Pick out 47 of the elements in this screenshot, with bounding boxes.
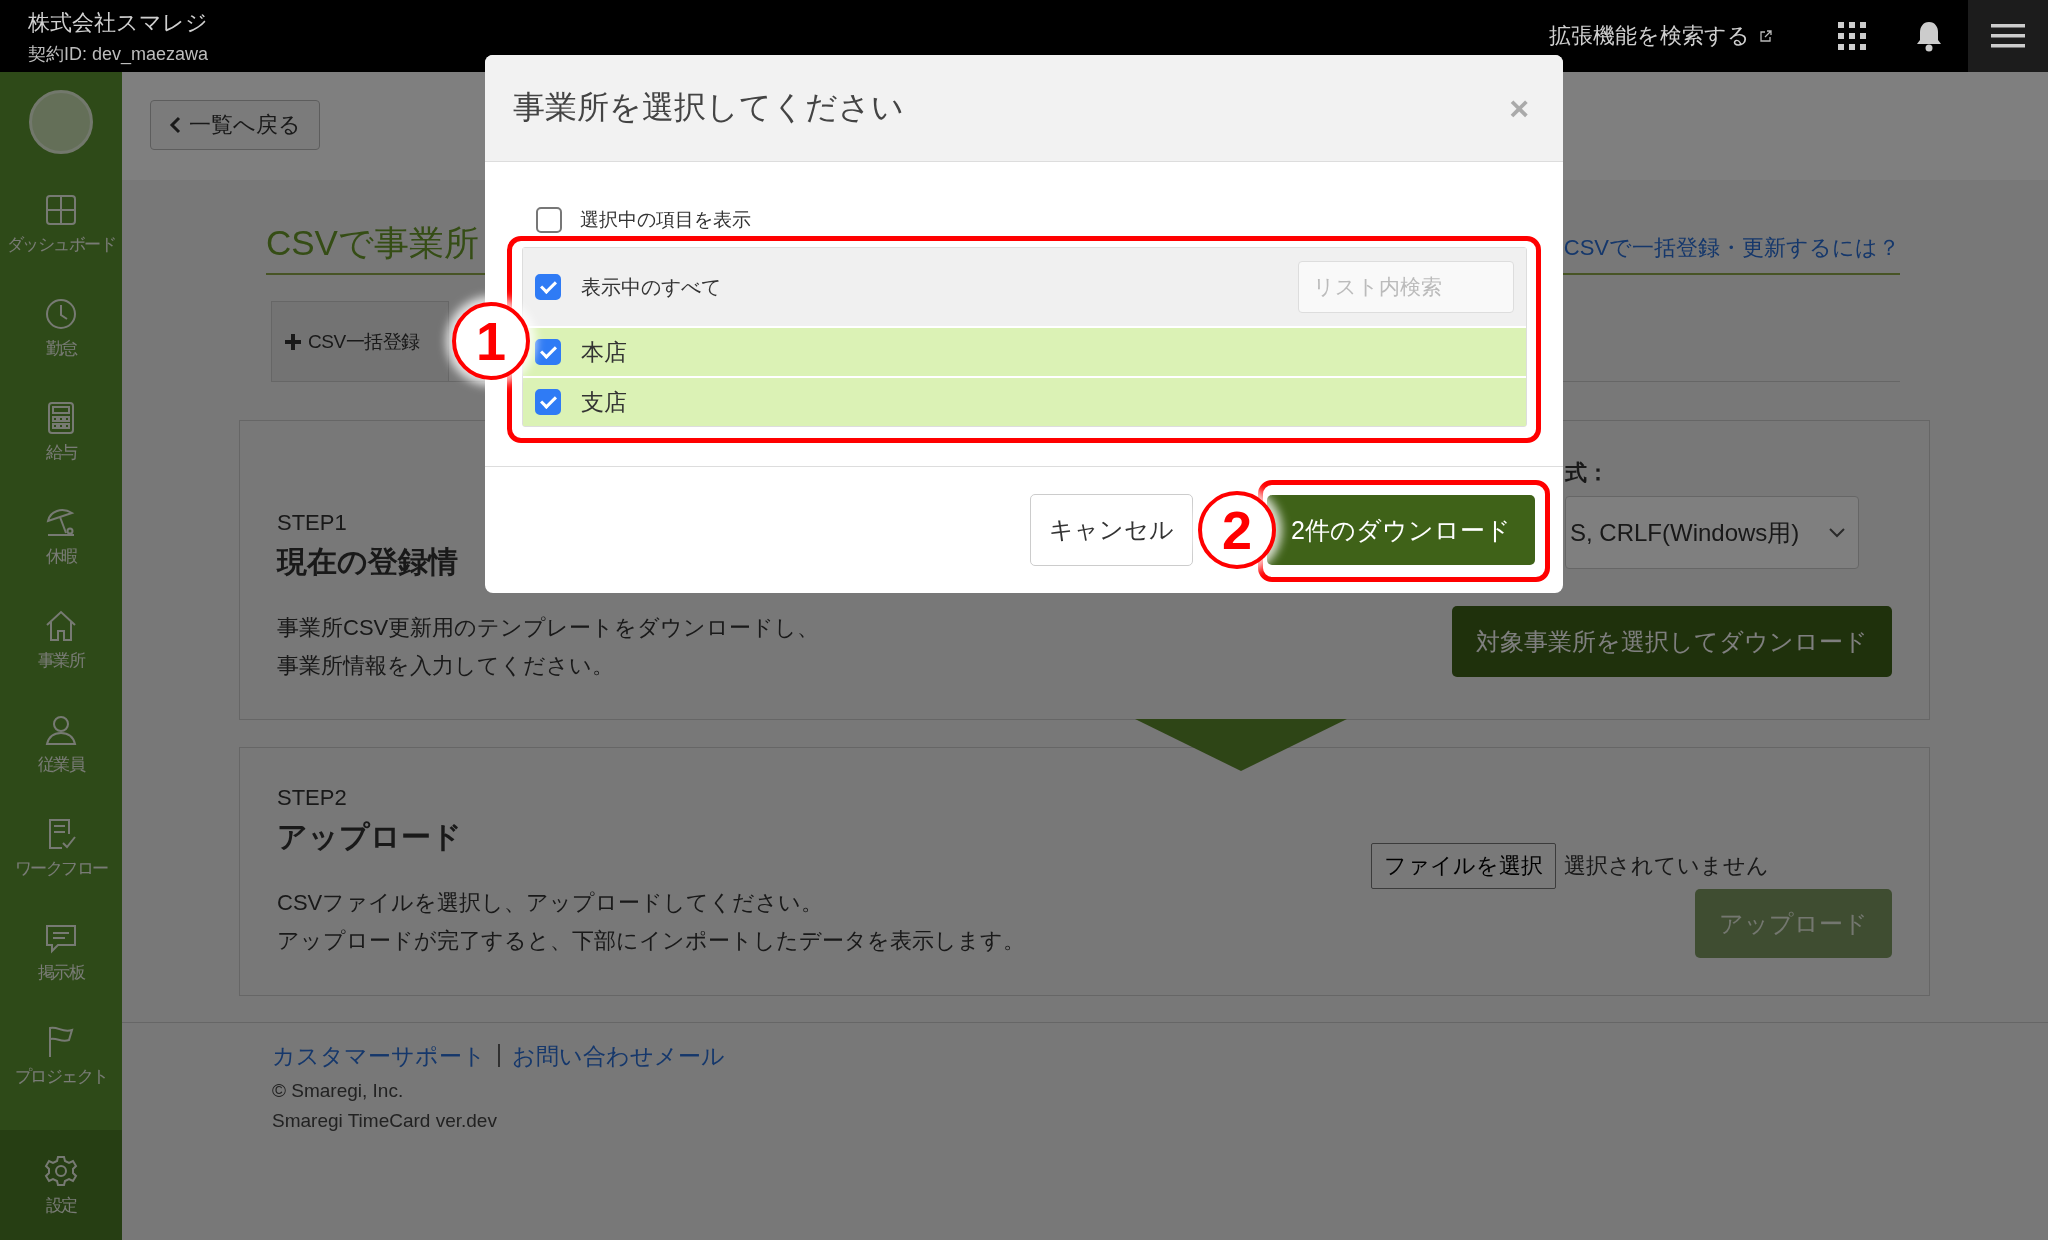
download-button[interactable]: 対象事業所を選択してダウンロード [1452,606,1892,677]
cancel-button[interactable]: キャンセル [1030,494,1194,566]
extension-search-link[interactable]: 拡張機能を検索する [1549,21,1750,51]
nav-label[interactable]: ダッシュボード [6,232,116,256]
nav-label[interactable]: 給与 [45,440,77,464]
checkbox-label: 表示中のすべて [581,274,721,300]
select-value: S, CRLF(Windows用) [1570,517,1800,548]
office-name: 本店 [581,337,627,367]
download-button[interactable]: 2件のダウンロード [1267,495,1535,565]
step-description: アップロードが完了すると、下部にインポートしたデータを表示します。 [277,927,1025,955]
nav-label[interactable]: 設定 [45,1193,77,1217]
copyright: © Smaregi, Inc. [272,1080,405,1102]
support-link[interactable]: カスタマーサポート [272,1041,486,1072]
step-description: 事業所情報を入力してください。 [277,652,615,680]
company-name: 株式会社スマレジ [28,9,209,37]
version-text: Smaregi TimeCard ver.dev [272,1110,498,1132]
nav-label[interactable]: 勤怠 [45,336,77,360]
format-select[interactable]: S, CRLF(Windows用) [1565,496,1859,569]
nav-label[interactable]: 事業所 [37,648,85,672]
nav-label[interactable]: 掲示板 [37,960,85,984]
modal-title: 事業所を選択してください [513,88,904,127]
step-label: STEP1 [277,510,348,536]
step-description: 事業所CSV更新用のテンプレートをダウンロードし、 [277,614,820,642]
nav-label[interactable]: 休暇 [45,544,77,568]
back-button[interactable]: 一覧へ戻る [150,100,320,150]
file-select-button[interactable]: ファイルを選択 [1371,843,1556,889]
contract-id: 契約ID: dev_maezawa [28,43,209,66]
step-title: 現在の登録情 [277,544,459,580]
csv-tab[interactable]: CSV一括登録 [271,301,449,381]
link-separator: | [496,1041,502,1069]
nav-label[interactable]: 従業員 [37,752,85,776]
nav-label[interactable]: ワークフロー [14,856,108,880]
step-label: STEP2 [277,785,348,811]
nav-label[interactable]: プロジェクト [14,1064,108,1088]
step-title: アップロード [277,819,463,855]
format-label: 式： [1565,459,1610,487]
step-description: CSVファイルを選択し、アップロードしてください。 [277,889,825,917]
search-field[interactable]: リスト内検索 [1298,261,1514,313]
list-row[interactable]: 支店 [523,376,1526,426]
close-button[interactable]: × [1503,87,1535,129]
checkbox-label: 選択中の項目を表示 [580,208,751,232]
office-name: 支店 [581,387,627,417]
list-row[interactable]: 本店 [523,326,1526,376]
help-link[interactable]: CSVで一括登録・更新するには？ [1563,233,1900,267]
mail-link[interactable]: お問い合わせメール [512,1041,725,1072]
file-status: 選択されていません [1564,852,1769,880]
page-title: CSVで事業所 [266,222,479,264]
